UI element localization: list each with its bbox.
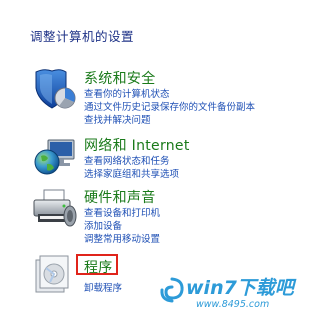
link-add-device[interactable]: 添加设备 — [84, 218, 122, 232]
category-title-network-internet[interactable]: 网络和 Internet — [84, 135, 190, 155]
shield-icon[interactable] — [32, 66, 78, 112]
link-uninstall-program[interactable]: 卸载程序 — [84, 280, 122, 294]
programs-icon[interactable] — [32, 252, 78, 298]
highlight-box — [76, 254, 118, 275]
watermark-brand: win7下载吧 — [186, 277, 294, 299]
swirl-logo-icon — [160, 277, 184, 303]
globe-network-icon[interactable] — [32, 134, 78, 180]
page-title: 调整计算机的设置 — [30, 29, 135, 44]
watermark: win7下载吧 www.8495.com — [152, 272, 294, 317]
watermark-url: www.8495.com — [196, 299, 270, 310]
link-mobility-settings[interactable]: 调整常用移动设置 — [84, 231, 160, 245]
link-file-history-backup[interactable]: 通过文件历史记录保存你的文件备份副本 — [84, 99, 255, 113]
category-title-system-security[interactable]: 系统和安全 — [84, 68, 156, 88]
category-title-hardware-sound[interactable]: 硬件和声音 — [84, 187, 156, 207]
link-network-status[interactable]: 查看网络状态和任务 — [84, 153, 170, 167]
link-troubleshoot[interactable]: 查找并解决问题 — [84, 112, 151, 126]
link-view-computer-status[interactable]: 查看你的计算机状态 — [84, 86, 170, 100]
link-homegroup-sharing[interactable]: 选择家庭组和共享选项 — [84, 166, 179, 180]
link-devices-printers[interactable]: 查看设备和打印机 — [84, 205, 160, 219]
printer-icon[interactable] — [32, 186, 78, 232]
